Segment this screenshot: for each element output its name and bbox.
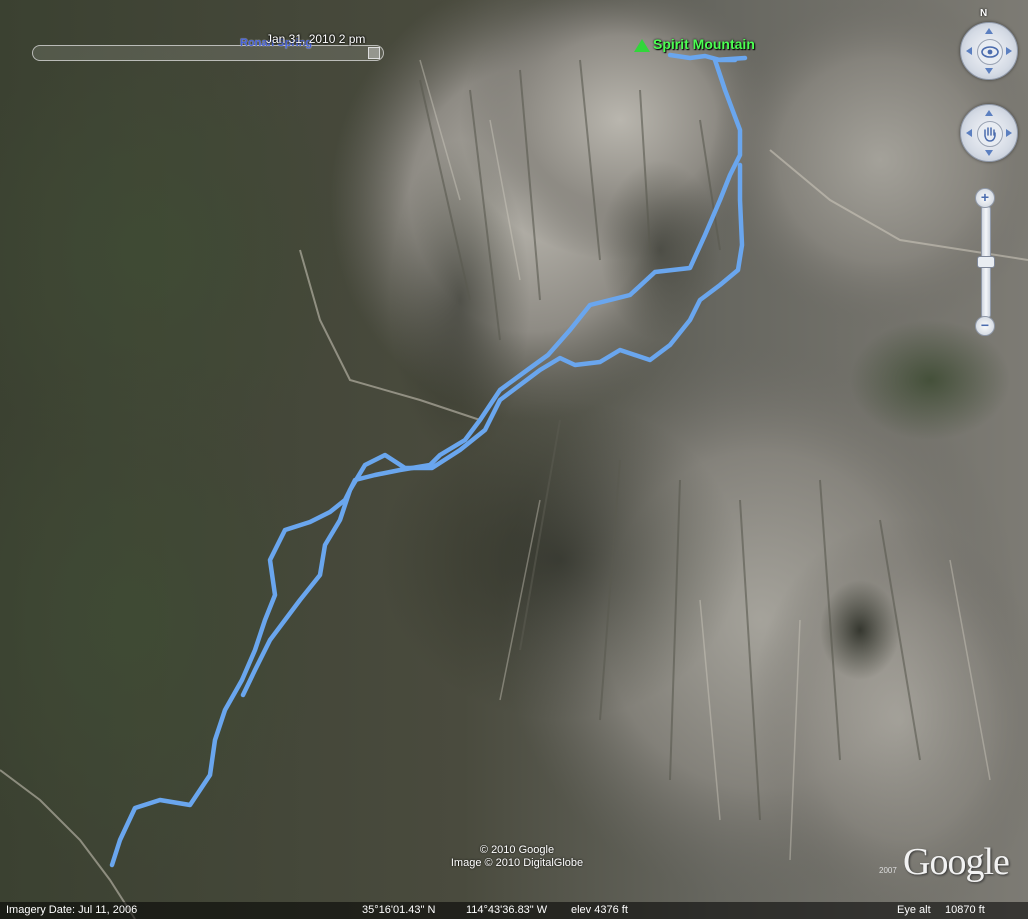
elevation-readout: elev 4376 ft (571, 904, 628, 916)
gps-track-layer (109, 52, 748, 868)
navigation-controls: N + − (958, 8, 1028, 338)
latitude-readout: 35°16'01.43" N (362, 904, 436, 916)
look-up-icon[interactable] (985, 28, 993, 34)
move-down-icon[interactable] (985, 150, 993, 156)
longitude-readout: 114°43'36.83" W (466, 904, 548, 916)
gps-track-return[interactable] (240, 162, 745, 698)
move-right-icon[interactable] (1006, 129, 1012, 137)
zoom-in-button[interactable]: + (975, 188, 995, 208)
map-viewport[interactable]: Ronan Spring Jan 31, 2010 2 pm Spirit Mo… (0, 0, 1028, 919)
google-logo: Google (903, 841, 1010, 883)
look-down-icon[interactable] (985, 68, 993, 74)
time-slider-track[interactable] (32, 45, 384, 61)
logo-year: 2007 (879, 866, 897, 875)
look-right-icon[interactable] (1006, 47, 1012, 55)
digitalglobe-copyright: Image © 2010 DigitalGlobe (450, 857, 584, 869)
look-left-icon[interactable] (966, 47, 972, 55)
move-up-icon[interactable] (985, 110, 993, 116)
move-left-icon[interactable] (966, 129, 972, 137)
gps-track-route[interactable] (109, 55, 748, 868)
eye-icon[interactable] (977, 39, 1003, 65)
zoom-slider[interactable]: + − (974, 188, 996, 336)
imagery-date: Imagery Date: Jul 11, 2006 (6, 904, 138, 916)
google-copyright: © 2010 Google (479, 844, 555, 856)
time-slider-date: Jan 31, 2010 2 pm (266, 32, 366, 46)
hand-icon[interactable] (977, 121, 1003, 147)
eye-alt-label: Eye alt (897, 904, 931, 916)
look-around-control[interactable] (960, 22, 1018, 80)
time-slider-thumb[interactable] (368, 47, 380, 59)
triangle-placemark-icon (634, 39, 650, 52)
move-control[interactable] (960, 104, 1018, 162)
eye-alt-value: 10870 ft (945, 904, 985, 916)
north-indicator[interactable]: N (980, 8, 987, 19)
placemark-label[interactable]: Spirit Mountain (653, 36, 755, 52)
zoom-out-button[interactable]: − (975, 316, 995, 336)
status-bar: Imagery Date: Jul 11, 2006 35°16'01.43" … (0, 902, 1028, 919)
imagery-copyright: © 2010 Google Image © 2010 DigitalGlobe (432, 844, 602, 870)
zoom-thumb[interactable] (977, 256, 995, 268)
